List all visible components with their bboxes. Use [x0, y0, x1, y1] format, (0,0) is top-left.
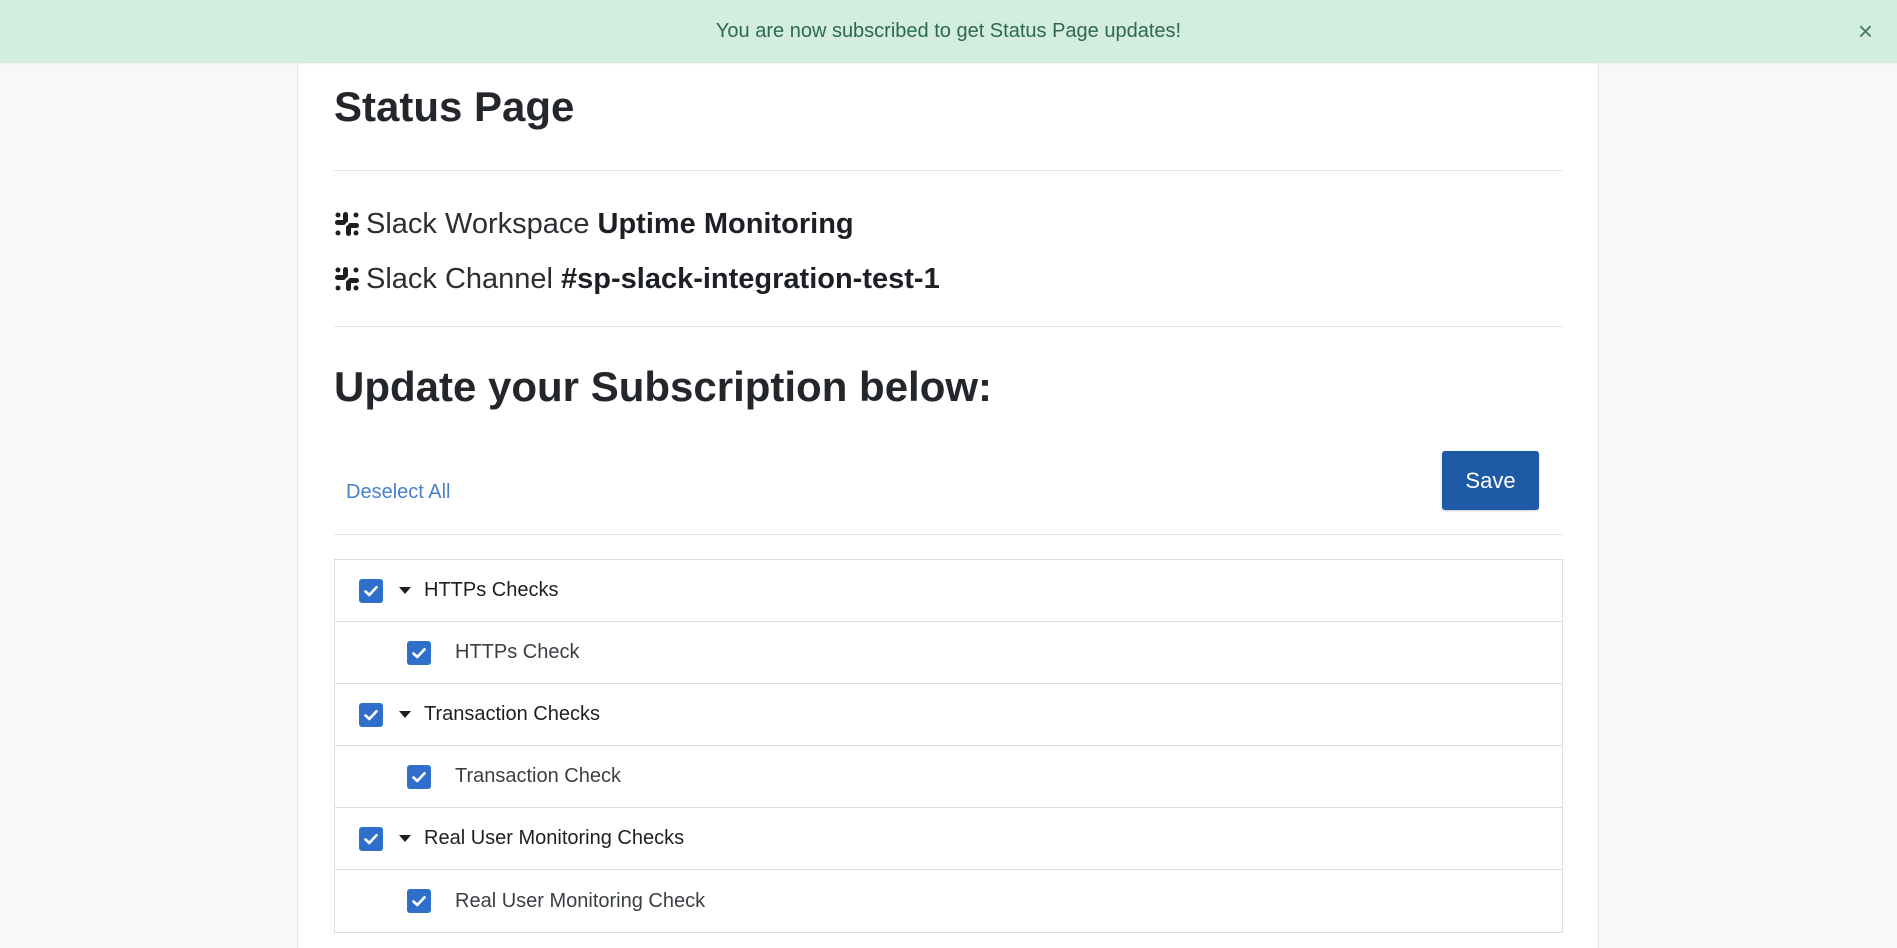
slack-workspace-row: Slack Workspace Uptime Monitoring [334, 204, 854, 244]
page-title: Status Page [334, 83, 575, 130]
child-label: HTTPs Check [455, 641, 580, 663]
group-row-transaction-checks: Transaction Checks [335, 684, 1562, 746]
child-row-rum-check: Real User Monitoring Check [335, 870, 1562, 932]
child-checkbox-transaction-check[interactable] [407, 764, 431, 789]
slack-channel-value: #sp-slack-integration-test-1 [561, 262, 940, 295]
group-checkbox-transaction-checks[interactable] [359, 702, 383, 727]
slack-workspace-label: Slack Workspace [366, 207, 590, 240]
banner-message: You are now subscribed to get Status Pag… [715, 20, 1182, 42]
divider [334, 326, 1563, 327]
caret-down-icon[interactable] [399, 711, 411, 718]
child-checkbox-https-check[interactable] [407, 640, 431, 665]
group-label: Real User Monitoring Checks [424, 827, 685, 849]
caret-down-icon[interactable] [399, 835, 411, 842]
group-row-https-checks: HTTPs Checks [335, 560, 1562, 622]
divider [334, 170, 1563, 171]
group-checkbox-https-checks[interactable] [359, 578, 383, 603]
check-icon [412, 895, 426, 907]
slack-channel-row: Slack Channel #sp-slack-integration-test… [334, 259, 940, 299]
child-row-transaction-check: Transaction Check [335, 746, 1562, 808]
check-icon [364, 585, 378, 596]
save-button[interactable]: Save [1442, 451, 1539, 510]
check-icon [364, 709, 378, 720]
status-page-card: Status Page Slack Workspace Uptime Monit… [297, 63, 1599, 948]
group-label: Transaction Checks [424, 703, 600, 725]
slack-icon [335, 267, 359, 291]
subscription-success-banner: You are now subscribed to get Status Pag… [0, 0, 1897, 63]
child-label: Real User Monitoring Check [455, 889, 706, 912]
slack-icon [335, 212, 359, 236]
child-checkbox-rum-check[interactable] [407, 889, 431, 913]
child-label: Transaction Check [455, 765, 621, 787]
subscription-list: HTTPs Checks HTTPs Check Transaction Che… [334, 559, 1563, 933]
slack-channel-label: Slack Channel [366, 262, 553, 295]
group-row-rum-checks: Real User Monitoring Checks [335, 808, 1562, 870]
group-label: HTTPs Checks [424, 579, 559, 601]
child-row-https-check: HTTPs Check [335, 622, 1562, 684]
slack-workspace-value: Uptime Monitoring [597, 207, 854, 240]
check-icon [412, 647, 426, 658]
subscription-heading: Update your Subscription below: [334, 363, 993, 410]
caret-down-icon[interactable] [399, 587, 411, 594]
check-icon [412, 771, 426, 782]
divider [334, 534, 1563, 535]
close-icon[interactable]: × [1858, 18, 1873, 44]
deselect-all-link[interactable]: Deselect All [346, 481, 451, 504]
group-checkbox-rum-checks[interactable] [359, 826, 383, 851]
check-icon [364, 833, 378, 844]
